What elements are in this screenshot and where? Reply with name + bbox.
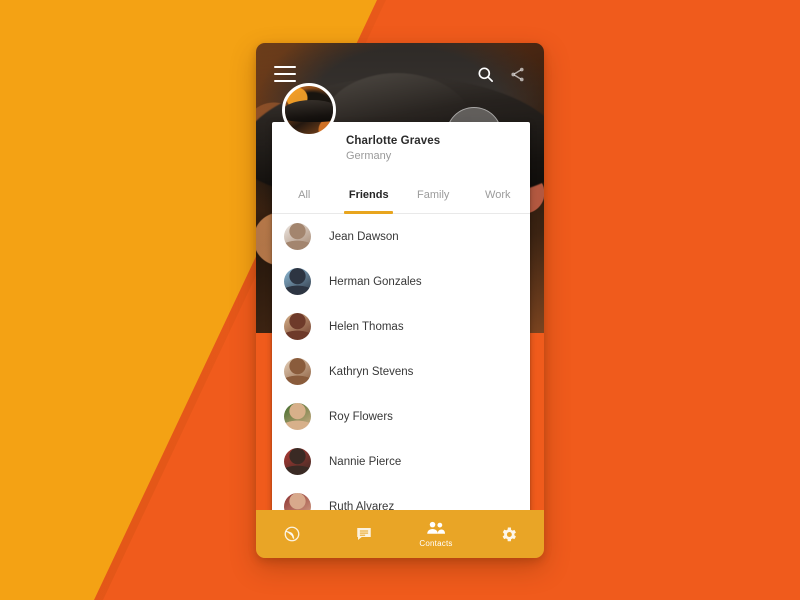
- share-icon[interactable]: [504, 61, 530, 87]
- tab-label: All: [298, 188, 311, 201]
- contact-name: Jean Dawson: [329, 230, 399, 243]
- avatar-hat: [285, 100, 333, 122]
- menu-line: [274, 72, 296, 76]
- profile-location: Germany: [346, 150, 392, 163]
- list-item[interactable]: Kathryn Stevens: [272, 349, 530, 394]
- avatar[interactable]: [282, 83, 336, 137]
- globe-icon: [283, 525, 301, 543]
- contact-name: Kathryn Stevens: [329, 365, 414, 378]
- ripple-circle[interactable]: [446, 107, 502, 163]
- menu-line: [274, 66, 296, 69]
- tab-bar: All Friends Family Work: [272, 176, 530, 214]
- contact-name: Herman Gonzales: [329, 275, 422, 288]
- hamburger-menu-icon[interactable]: [274, 66, 296, 82]
- phone-mockup: Charlotte Graves Germany All Friends Fam…: [256, 43, 544, 558]
- tab-family[interactable]: Family: [401, 176, 466, 213]
- contact-avatar-icon: [284, 403, 311, 430]
- content-card: Charlotte Graves Germany All Friends Fam…: [272, 122, 530, 558]
- search-icon[interactable]: [472, 61, 498, 87]
- bottom-navigation: Contacts: [256, 510, 544, 558]
- contact-avatar-icon: [284, 358, 311, 385]
- tab-label: Family: [417, 188, 450, 201]
- nav-label: Contacts: [419, 539, 453, 548]
- contact-name: Roy Flowers: [329, 410, 393, 423]
- menu-line: [274, 79, 296, 82]
- gear-icon: [499, 525, 518, 544]
- nav-item-globe[interactable]: [256, 510, 328, 558]
- nav-item-settings[interactable]: [472, 510, 544, 558]
- profile-text: Charlotte Graves Germany: [346, 134, 440, 164]
- tab-friends[interactable]: Friends: [337, 176, 402, 214]
- contact-name: Helen Thomas: [329, 320, 404, 333]
- nav-item-chat[interactable]: [328, 510, 400, 558]
- contact-avatar-icon: [284, 448, 311, 475]
- page-title: Charlotte Graves: [346, 134, 441, 147]
- list-item[interactable]: Jean Dawson: [272, 214, 530, 259]
- tab-all[interactable]: All: [272, 176, 337, 213]
- tab-label: Work: [485, 188, 511, 201]
- list-item[interactable]: Nannie Pierce: [272, 439, 530, 484]
- contact-avatar-icon: [284, 223, 311, 250]
- people-icon: [426, 520, 446, 536]
- tab-work[interactable]: Work: [466, 176, 531, 213]
- contact-name: Nannie Pierce: [329, 455, 402, 468]
- chat-icon: [355, 525, 373, 543]
- list-item[interactable]: Herman Gonzales: [272, 259, 530, 304]
- tab-label: Friends: [348, 188, 389, 201]
- list-item[interactable]: Helen Thomas: [272, 304, 530, 349]
- list-item[interactable]: Roy Flowers: [272, 394, 530, 439]
- nav-item-contacts[interactable]: Contacts: [400, 510, 472, 558]
- contact-list[interactable]: Jean Dawson Herman Gonzales Helen Thomas…: [272, 214, 530, 558]
- contact-avatar-icon: [284, 268, 311, 295]
- contact-avatar-icon: [284, 313, 311, 340]
